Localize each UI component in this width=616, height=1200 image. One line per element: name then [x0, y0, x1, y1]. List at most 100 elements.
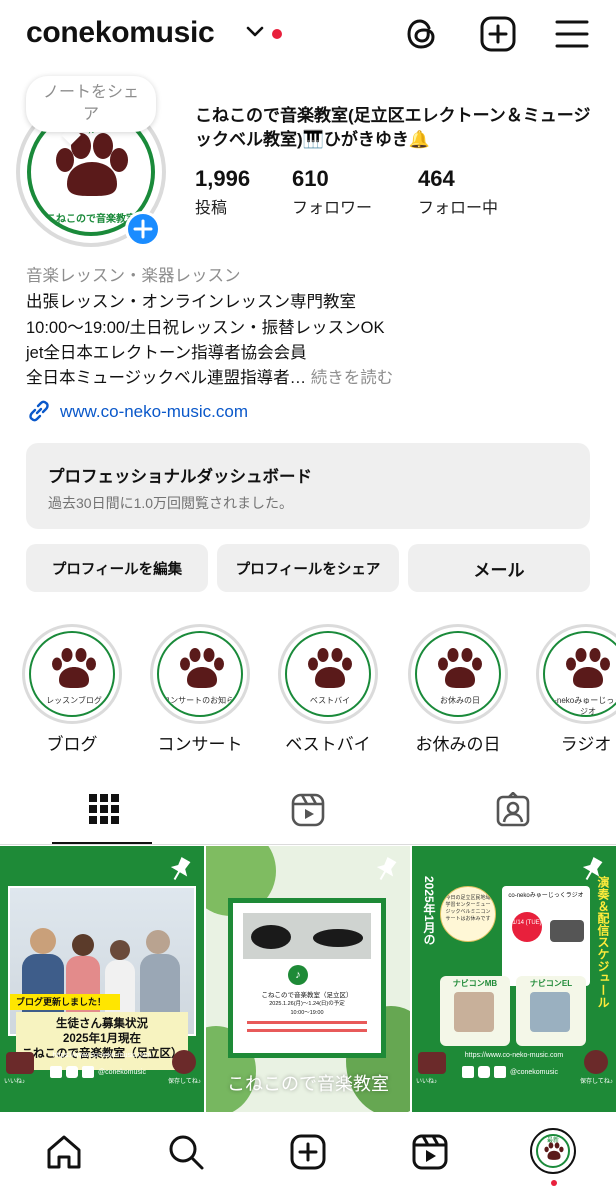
- post-title-line: 生徒さん募集状況: [56, 1018, 148, 1030]
- share-profile-button[interactable]: プロフィールをシェア: [217, 544, 399, 592]
- highlight-item[interactable]: co-nekoみゅーじっくラジオラジオ: [536, 624, 616, 755]
- bio-line: 出張レッスン・オンラインレッスン専門教室: [26, 293, 356, 311]
- date-badge: 1/14 (TUE): [512, 912, 542, 942]
- bio-line-last: 全日本ミュージックベル連盟指導者… 続きを読む: [26, 368, 393, 388]
- reels-icon[interactable]: [410, 1132, 450, 1172]
- highlight-ring[interactable]: ベストバイ: [278, 624, 378, 724]
- profile-display-name: こねこので音楽教室(足立区エレクトーン＆ミュージックベル教室)🎹ひがきゆき🔔: [195, 106, 591, 149]
- reels-tab-icon[interactable]: [290, 792, 326, 828]
- vertical-title-left: 2025年1月の: [422, 876, 436, 946]
- post-bottom-title: こねこので音楽教室: [227, 1074, 389, 1094]
- inner-title: こねこので音楽教室（足立区）: [261, 992, 353, 999]
- save-badge-icon: [584, 1050, 608, 1074]
- highlight-cover[interactable]: コンサートのお知らせ: [157, 631, 243, 717]
- create-icon[interactable]: [288, 1132, 328, 1172]
- highlight-ring[interactable]: co-nekoみゅーじっくラジオ: [536, 624, 616, 724]
- paw-icon: [308, 648, 352, 688]
- bio-line: jet全日本エレクトーン指導者協会会員: [26, 344, 307, 362]
- plus-icon: [133, 219, 153, 239]
- paw-icon: [180, 648, 224, 688]
- highlight-label[interactable]: ラジオ: [536, 730, 616, 755]
- search-icon[interactable]: [166, 1132, 206, 1172]
- paw-icon: [438, 648, 482, 688]
- website-link[interactable]: www.co-neko-music.com: [26, 398, 248, 424]
- inner-time: 10:00〜19:00: [290, 1010, 324, 1016]
- highlight-label[interactable]: ブログ: [22, 730, 122, 755]
- grid-tab-icon[interactable]: [87, 792, 121, 826]
- post-social-row: @conekomusic: [462, 1066, 558, 1078]
- highlight-cover[interactable]: co-nekoみゅーじっくラジオ: [543, 631, 616, 717]
- following-count[interactable]: 464: [418, 166, 455, 192]
- highlight-item[interactable]: ベストバイ ベストバイ: [278, 624, 378, 755]
- heart-badge-icon: [418, 1052, 446, 1074]
- threads-icon[interactable]: [402, 14, 442, 54]
- event-card: ナビコンMB: [440, 976, 510, 1046]
- event-card: ナビコンEL: [516, 976, 586, 1046]
- save-badge-icon: [172, 1050, 196, 1074]
- highlight-cover[interactable]: レッスンブログ: [29, 631, 115, 717]
- instagram-icon: [66, 1066, 78, 1078]
- tagged-tab-icon[interactable]: [495, 792, 531, 828]
- instagram-icon: [478, 1066, 490, 1078]
- posts-count[interactable]: 1,996: [195, 166, 250, 192]
- paw-icon: [566, 648, 610, 688]
- bio-line: 全日本ミュージックベル連盟指導者…: [26, 369, 307, 387]
- username-title[interactable]: conekomusic: [26, 16, 215, 50]
- bio-line: 10:00～19:00/土日祝レッスン・振替レッスンOK: [26, 319, 385, 337]
- highlight-cover[interactable]: お休みの日: [415, 631, 501, 717]
- like-caption: いいね♪: [4, 1079, 26, 1085]
- post-tile[interactable]: ♪ こねこので音楽教室（足立区） 2025.1.26(月)〜1.24(日)の予定…: [206, 846, 410, 1112]
- posts-label[interactable]: 投稿: [195, 194, 227, 218]
- paw-icon: [544, 1142, 564, 1160]
- following-label[interactable]: フォロー中: [418, 194, 498, 218]
- highlight-label[interactable]: ベストバイ: [278, 730, 378, 755]
- profile-category: 音楽レッスン・楽器レッスン: [26, 267, 241, 285]
- highlight-item[interactable]: お休みの日 お休みの日: [408, 624, 508, 755]
- followers-count[interactable]: 610: [292, 166, 329, 192]
- save-caption: 保存してね♪: [168, 1079, 201, 1085]
- facebook-icon: [462, 1066, 474, 1078]
- pin-icon: [170, 857, 191, 881]
- profile-nav-avatar[interactable]: 最新: [530, 1128, 576, 1174]
- website-link-text[interactable]: www.co-neko-music.com: [60, 402, 248, 421]
- highlight-ring[interactable]: コンサートのお知らせ: [150, 624, 250, 724]
- post-tile[interactable]: 2025年1月の 演奏＆配信スケジュール 今日の足立区民地域学習センターミュージ…: [412, 846, 616, 1112]
- menu-icon[interactable]: [552, 14, 592, 54]
- followers-label[interactable]: フォロワー: [292, 194, 372, 218]
- post-tile[interactable]: ブログ更新しました！ 生徒さん募集状況 2025年1月現在 こねこので音楽教室（…: [0, 846, 204, 1112]
- edit-profile-button[interactable]: プロフィールを編集: [26, 544, 208, 592]
- notification-dot: [551, 1180, 557, 1186]
- highlight-cover-caption: レッスンブログ: [46, 696, 102, 705]
- highlight-label[interactable]: お休みの日: [408, 730, 508, 755]
- notification-dot: [272, 29, 282, 39]
- inner-subtitle: 2025.1.26(月)〜1.24(日)の予定: [269, 1001, 345, 1007]
- vertical-title-right: 演奏＆配信スケジュール: [596, 876, 610, 1008]
- home-icon[interactable]: [44, 1132, 84, 1172]
- highlight-label[interactable]: コンサート: [150, 730, 250, 755]
- event-label: ナビコンMB: [452, 979, 498, 988]
- email-button[interactable]: メール: [408, 544, 590, 592]
- share-note-bubble[interactable]: ノートをシェア: [26, 76, 156, 132]
- add-story-button[interactable]: [125, 211, 161, 247]
- music-note-icon: ♪: [288, 965, 308, 985]
- heart-badge-icon: [6, 1052, 34, 1074]
- highlight-ring[interactable]: レッスンブログ: [22, 624, 122, 724]
- post-inner-frame: ♪ こねこので音楽教室（足立区） 2025.1.26(月)〜1.24(日)の予定…: [228, 898, 386, 1058]
- highlight-cover[interactable]: ベストバイ: [285, 631, 371, 717]
- post-banner: ブログ更新しました！: [10, 994, 120, 1010]
- read-more-link[interactable]: 続きを読む: [311, 369, 394, 387]
- chevron-down-icon[interactable]: [246, 26, 264, 38]
- highlight-ring[interactable]: お休みの日: [408, 624, 508, 724]
- professional-dashboard-card[interactable]: プロフェッショナルダッシュボード 過去30日間に1.0万回閲覧されました。: [26, 443, 590, 529]
- post-title-line: 2025年1月現在: [63, 1033, 141, 1045]
- highlight-item[interactable]: コンサートのお知らせコンサート: [150, 624, 250, 755]
- notice-badge: 今日の足立区民地域学習センターミュージックベルミニコンサートはお休みです: [440, 886, 496, 942]
- like-caption: いいね♪: [416, 1079, 438, 1085]
- x-icon: [494, 1066, 506, 1078]
- create-post-icon[interactable]: [478, 14, 518, 54]
- highlight-cover-caption: co-nekoみゅーじっくラジオ: [545, 696, 616, 716]
- highlight-cover-caption: コンサートのお知らせ: [162, 696, 242, 705]
- highlight-cover-caption: ベストバイ: [309, 696, 351, 705]
- highlight-item[interactable]: レッスンブログブログ: [22, 624, 122, 755]
- radio-title: co-nekoみゅーじっくラジオ: [508, 893, 584, 899]
